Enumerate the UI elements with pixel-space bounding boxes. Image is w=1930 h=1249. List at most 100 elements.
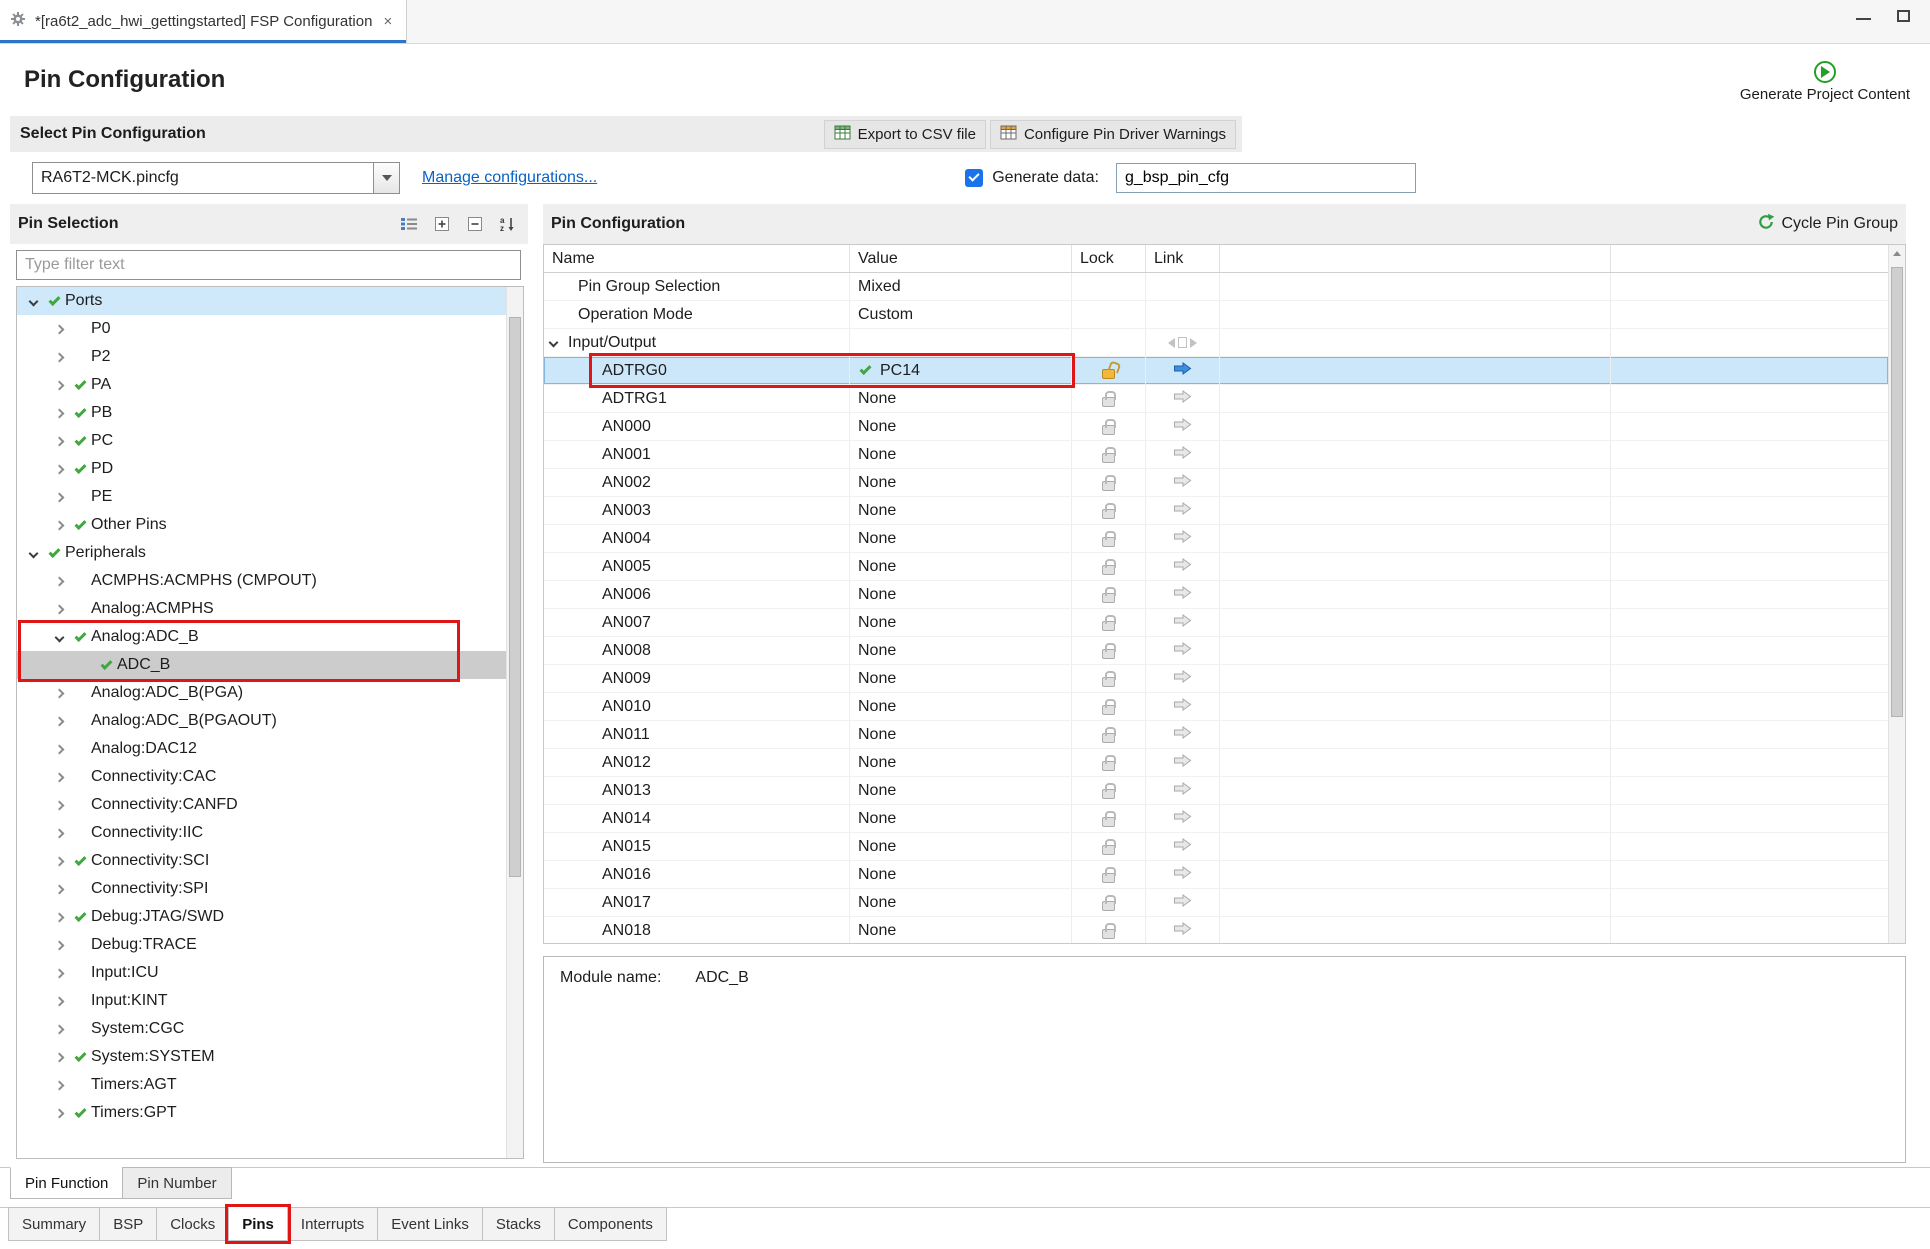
- cell-lock[interactable]: [1072, 889, 1146, 916]
- lock-icon[interactable]: [1102, 565, 1115, 575]
- tree-item-pc[interactable]: PC: [17, 427, 506, 455]
- cell-value[interactable]: None: [850, 805, 1072, 832]
- tree-item-adc-b[interactable]: ADC_B: [17, 651, 506, 679]
- chevron-right-icon[interactable]: [54, 1080, 64, 1090]
- expander-slot[interactable]: [49, 690, 69, 697]
- expander-slot[interactable]: [49, 438, 69, 445]
- bottom-tab-components[interactable]: Components: [554, 1207, 667, 1241]
- link-arrow-icon[interactable]: [1173, 922, 1192, 940]
- expander-slot[interactable]: [49, 886, 69, 893]
- cell-value[interactable]: None: [850, 385, 1072, 412]
- cell-value[interactable]: None: [850, 721, 1072, 748]
- cell-value[interactable]: None: [850, 413, 1072, 440]
- bottom-tab-pins[interactable]: Pins: [228, 1207, 288, 1241]
- pin-row-an002[interactable]: AN002None: [544, 469, 1888, 497]
- tree-scrollbar-thumb[interactable]: [509, 317, 521, 877]
- pin-row-an015[interactable]: AN015None: [544, 833, 1888, 861]
- link-arrow-icon[interactable]: [1173, 502, 1192, 520]
- cell-link[interactable]: [1146, 833, 1220, 860]
- chevron-right-icon[interactable]: [54, 744, 64, 754]
- scroll-up-icon[interactable]: [1889, 245, 1905, 261]
- cell-link[interactable]: [1146, 581, 1220, 608]
- cell-lock[interactable]: [1072, 357, 1146, 384]
- cell-value[interactable]: None: [850, 637, 1072, 664]
- cell-value[interactable]: None: [850, 693, 1072, 720]
- close-icon[interactable]: ×: [383, 13, 392, 30]
- expander-slot[interactable]: [49, 970, 69, 977]
- chevron-right-icon[interactable]: [54, 380, 64, 390]
- expander-slot[interactable]: [49, 914, 69, 921]
- expander-slot[interactable]: [49, 326, 69, 333]
- pin-row-an007[interactable]: AN007None: [544, 609, 1888, 637]
- tree-item-debug-jtag-swd[interactable]: Debug:JTAG/SWD: [17, 903, 506, 931]
- manage-configurations-link[interactable]: Manage configurations...: [422, 169, 597, 187]
- cell-value[interactable]: [850, 329, 1072, 356]
- chevron-right-icon[interactable]: [54, 912, 64, 922]
- view-tab-pin-function[interactable]: Pin Function: [10, 1167, 123, 1199]
- fsp-configuration-tab[interactable]: *[ra6t2_adc_hwi_gettingstarted] FSP Conf…: [0, 0, 407, 43]
- cell-link[interactable]: [1146, 889, 1220, 916]
- chevron-down-icon[interactable]: [54, 632, 64, 642]
- tree-item-timers-gpt[interactable]: Timers:GPT: [17, 1099, 506, 1127]
- tree-item-pb[interactable]: PB: [17, 399, 506, 427]
- pin-row-an011[interactable]: AN011None: [544, 721, 1888, 749]
- tree-item-p2[interactable]: P2: [17, 343, 506, 371]
- filter-input[interactable]: [16, 250, 521, 280]
- cell-link[interactable]: [1146, 749, 1220, 776]
- chevron-right-icon[interactable]: [54, 716, 64, 726]
- expander-slot[interactable]: [23, 298, 43, 305]
- pin-row-operation-mode[interactable]: Operation ModeCustom: [544, 301, 1888, 329]
- link-arrow-icon[interactable]: [1173, 810, 1192, 828]
- expander-slot[interactable]: [49, 942, 69, 949]
- link-arrow-icon[interactable]: [1173, 726, 1192, 744]
- expander-slot[interactable]: [49, 354, 69, 361]
- nav-left-icon[interactable]: [1168, 338, 1175, 348]
- tree-item-analog-adc-b-pga[interactable]: Analog:ADC_B(PGA): [17, 679, 506, 707]
- chevron-right-icon[interactable]: [54, 408, 64, 418]
- bottom-tab-event-links[interactable]: Event Links: [377, 1207, 483, 1241]
- cell-value[interactable]: None: [850, 665, 1072, 692]
- expander-slot[interactable]: [49, 494, 69, 501]
- chevron-down-icon[interactable]: [549, 338, 559, 348]
- generate-project-content-button[interactable]: Generate Project Content: [1740, 57, 1910, 103]
- link-arrow-icon[interactable]: [1173, 782, 1192, 800]
- pin-row-an016[interactable]: AN016None: [544, 861, 1888, 889]
- cell-lock[interactable]: [1072, 581, 1146, 608]
- cell-value[interactable]: None: [850, 889, 1072, 916]
- generate-data-input[interactable]: [1116, 163, 1416, 193]
- chevron-right-icon[interactable]: [54, 828, 64, 838]
- chevron-right-icon[interactable]: [54, 576, 64, 586]
- tree-item-pe[interactable]: PE: [17, 483, 506, 511]
- export-csv-button[interactable]: Export to CSV file: [824, 120, 986, 149]
- cell-value[interactable]: None: [850, 749, 1072, 776]
- link-arrow-icon[interactable]: [1173, 670, 1192, 688]
- cell-link[interactable]: [1146, 329, 1220, 356]
- bottom-tab-stacks[interactable]: Stacks: [482, 1207, 555, 1241]
- cell-link[interactable]: [1146, 553, 1220, 580]
- cell-lock[interactable]: [1072, 693, 1146, 720]
- tree-item-analog-adc-b-pgaout[interactable]: Analog:ADC_B(PGAOUT): [17, 707, 506, 735]
- generate-data-checkbox[interactable]: [965, 169, 983, 187]
- pin-row-an018[interactable]: AN018None: [544, 917, 1888, 943]
- cell-link[interactable]: [1146, 861, 1220, 888]
- cycle-pin-group-button[interactable]: Cycle Pin Group: [1757, 213, 1899, 236]
- tree-item-connectivity-canfd[interactable]: Connectivity:CANFD: [17, 791, 506, 819]
- link-arrow-active-icon[interactable]: [1173, 362, 1192, 380]
- lock-icon[interactable]: [1102, 593, 1115, 603]
- link-arrow-icon[interactable]: [1173, 894, 1192, 912]
- tree-scrollbar[interactable]: [506, 287, 523, 1158]
- lock-icon[interactable]: [1102, 425, 1115, 435]
- chevron-right-icon[interactable]: [54, 464, 64, 474]
- cell-lock[interactable]: [1072, 497, 1146, 524]
- chevron-right-icon[interactable]: [54, 940, 64, 950]
- cell-link[interactable]: [1146, 497, 1220, 524]
- lock-icon[interactable]: [1102, 929, 1115, 939]
- pin-row-an003[interactable]: AN003None: [544, 497, 1888, 525]
- expander-slot[interactable]: [49, 1054, 69, 1061]
- maximize-icon[interactable]: [1897, 10, 1910, 22]
- bottom-tab-bsp[interactable]: BSP: [99, 1207, 157, 1241]
- cell-link[interactable]: [1146, 665, 1220, 692]
- expander-slot[interactable]: [49, 466, 69, 473]
- cell-link[interactable]: [1146, 917, 1220, 943]
- expander-slot[interactable]: [49, 522, 69, 529]
